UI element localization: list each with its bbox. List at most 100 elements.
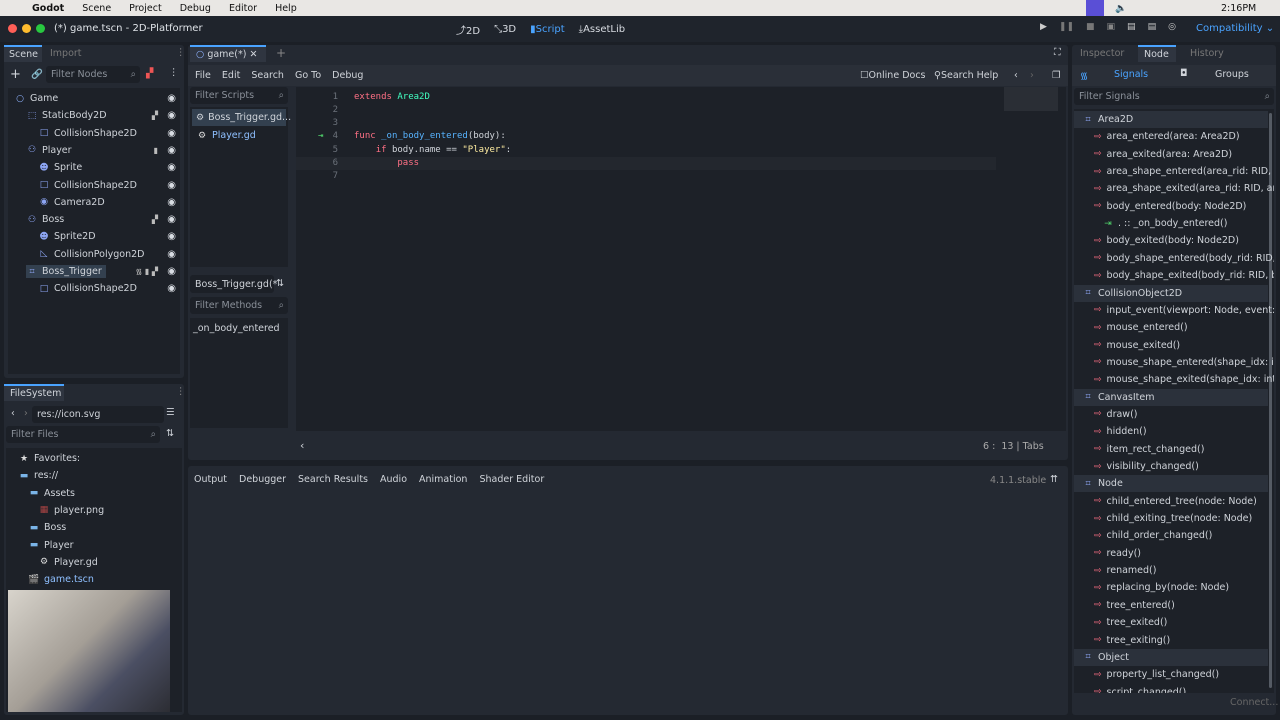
menu-edit[interactable]: Edit: [222, 70, 240, 81]
dock-menu-icon[interactable]: ⋮: [176, 386, 186, 397]
signal-item[interactable]: ⇨ body_shape_entered(body_rid: RID, bo: [1074, 250, 1274, 267]
close-window-button[interactable]: [8, 24, 17, 33]
signal-item[interactable]: ⇨ body_shape_exited(body_rid: RID, bod: [1074, 267, 1274, 284]
signal-class-header[interactable]: ⌗ CanvasItem: [1074, 388, 1268, 406]
visibility-eye-icon[interactable]: ◉: [167, 93, 176, 104]
signal-item[interactable]: ⇨ renamed(): [1074, 562, 1268, 579]
visibility-eye-icon[interactable]: ◉: [167, 266, 176, 277]
signal-script-group-icon[interactable]: ᯾ ▮ ▞: [136, 266, 158, 277]
play-custom-scene-icon[interactable]: ▤: [1148, 22, 1157, 32]
filter-methods-input[interactable]: Filter Methods ⌕: [190, 297, 288, 314]
signal-item[interactable]: ⇨ script_changed(): [1074, 684, 1268, 693]
scene-node[interactable]: ○ Game ◉: [8, 90, 176, 107]
minimap[interactable]: [1004, 87, 1058, 111]
signal-item[interactable]: ⇨ hidden(): [1074, 423, 1268, 440]
visibility-eye-icon[interactable]: ◉: [167, 128, 176, 139]
scene-node[interactable]: ☻ Sprite ◉: [8, 159, 176, 176]
menu-editor[interactable]: Editor: [229, 3, 257, 14]
minimize-window-button[interactable]: [22, 24, 31, 33]
signal-class-header[interactable]: ⌗ CollisionObject2D: [1074, 284, 1268, 302]
tab-output[interactable]: Output: [194, 474, 227, 485]
signal-item[interactable]: ⇨ replacing_by(node: Node): [1074, 579, 1268, 596]
signal-item[interactable]: ⇨area_shape_entered(area_rid: RID, area: [1074, 163, 1274, 180]
sort-icon[interactable]: ⇅: [166, 428, 174, 439]
split-mode-icon[interactable]: ☰: [166, 407, 175, 418]
visibility-eye-icon[interactable]: ◉: [167, 180, 176, 191]
play-scene-icon[interactable]: ▤: [1127, 22, 1136, 32]
scene-node[interactable]: ☻ Sprite2D ◉: [8, 228, 176, 245]
signal-item[interactable]: ⇨input_event(viewport: Node, event: Inp: [1074, 302, 1274, 319]
screen-share-icon[interactable]: [1086, 0, 1104, 16]
signal-item[interactable]: ⇨ area_entered(area: Area2D): [1074, 128, 1268, 145]
file-item[interactable]: ★ Favorites:: [6, 450, 80, 467]
tab-signals[interactable]: Signals: [1114, 69, 1148, 80]
connected-signal-icon[interactable]: ⇥: [318, 131, 323, 141]
stop-icon[interactable]: ■: [1086, 22, 1095, 32]
remote-debug-icon[interactable]: ▣: [1107, 22, 1116, 32]
signal-item[interactable]: ⇨ mouse_entered(): [1074, 319, 1268, 336]
volume-icon[interactable]: 🔈: [1115, 3, 1127, 14]
workspace-assetlib[interactable]: ⤓AssetLib: [579, 24, 625, 35]
menu-debug[interactable]: Debug: [332, 70, 363, 81]
signal-item[interactable]: ⇨ mouse_exited(): [1074, 337, 1268, 354]
path-field[interactable]: res://icon.svg: [32, 406, 164, 423]
signal-item[interactable]: ⇨ property_list_changed(): [1074, 666, 1268, 683]
sort-icon[interactable]: ⇅: [276, 278, 284, 289]
file-item[interactable]: ▦ player.png: [6, 502, 104, 519]
file-item[interactable]: ▬ res://: [6, 467, 58, 484]
tab-shader-editor[interactable]: Shader Editor: [479, 474, 544, 485]
signal-item[interactable]: ⇨ child_entered_tree(node: Node): [1074, 493, 1268, 510]
signal-item[interactable]: ⇨ tree_exiting(): [1074, 632, 1268, 649]
window-icon[interactable]: ❐: [1052, 70, 1061, 81]
add-node-icon[interactable]: +: [10, 67, 21, 82]
visibility-eye-icon[interactable]: ◉: [167, 197, 176, 208]
menu-search[interactable]: Search: [251, 70, 284, 81]
signal-item[interactable]: ⇨ draw(): [1074, 406, 1268, 423]
signal-item[interactable]: ⇨ tree_entered(): [1074, 597, 1268, 614]
signal-item[interactable]: ⇨ tree_exited(): [1074, 614, 1268, 631]
tab-audio[interactable]: Audio: [380, 474, 407, 485]
signal-item[interactable]: ⇨ area_exited(area: Area2D): [1074, 146, 1268, 163]
tab-import[interactable]: Import: [50, 48, 82, 59]
scrollbar[interactable]: [1269, 113, 1272, 688]
visibility-eye-icon[interactable]: ◉: [167, 110, 176, 121]
tab-debugger[interactable]: Debugger: [239, 474, 286, 485]
workspace-script[interactable]: ▮Script: [530, 24, 565, 35]
signal-item[interactable]: ⇨ body_entered(body: Node2D): [1074, 198, 1268, 215]
group-icon[interactable]: ▞: [152, 215, 158, 224]
scene-node[interactable]: ⬚ StaticBody2D ▞ ◉: [8, 107, 176, 124]
scene-node[interactable]: ◺ CollisionPolygon2D ◉: [8, 246, 176, 263]
signal-class-header[interactable]: ⌗ Object: [1074, 648, 1268, 666]
tab-scene[interactable]: Scene: [4, 45, 42, 62]
renderer-select[interactable]: Compatibility ⌄: [1196, 23, 1274, 34]
file-item[interactable]: ▬ Player: [6, 537, 74, 554]
workspace-3d[interactable]: ⤡3D: [494, 24, 516, 35]
scene-node[interactable]: ⌗ Boss_Trigger ᯾ ▮ ▞ ◉: [8, 263, 176, 280]
tab-history[interactable]: History: [1190, 48, 1224, 59]
tab-search-results[interactable]: Search Results: [298, 474, 368, 485]
visibility-eye-icon[interactable]: ◉: [167, 214, 176, 225]
play-icon[interactable]: ▶: [1040, 22, 1047, 32]
history-back-icon[interactable]: ‹: [1014, 70, 1018, 81]
toggle-scripts-panel-icon[interactable]: ‹: [300, 439, 304, 452]
signal-item[interactable]: ⇨ child_order_changed(): [1074, 527, 1268, 544]
signal-class-header[interactable]: ⌗ Area2D: [1074, 111, 1268, 128]
signal-connection[interactable]: ⇥. :: _on_body_entered(): [1074, 215, 1268, 232]
signal-item[interactable]: ⇨ visibility_changed(): [1074, 458, 1268, 475]
filter-scripts-input[interactable]: Filter Scripts ⌕: [190, 87, 288, 104]
expand-panel-icon[interactable]: ⇈: [1050, 474, 1058, 485]
new-tab-icon[interactable]: +: [276, 46, 286, 60]
search-help-button[interactable]: ⚲Search Help: [934, 70, 998, 81]
menu-file[interactable]: File: [195, 70, 211, 81]
visibility-eye-icon[interactable]: ◉: [167, 162, 176, 173]
online-docs-button[interactable]: ☐Online Docs: [860, 70, 926, 81]
signal-item[interactable]: ⇨ body_exited(body: Node2D): [1074, 232, 1268, 249]
filter-files-input[interactable]: Filter Files ⌕: [6, 426, 160, 443]
script-item-player[interactable]: ⚙ Player.gd: [192, 127, 256, 144]
signal-item[interactable]: ⇨ mouse_shape_entered(shape_idx: int): [1074, 354, 1274, 371]
tab-animation[interactable]: Animation: [419, 474, 467, 485]
script-icon[interactable]: ▮: [154, 146, 158, 155]
pause-icon[interactable]: ❚❚: [1059, 22, 1074, 32]
dock-menu-icon[interactable]: ⋮: [176, 47, 186, 58]
signal-item[interactable]: ⇨ ready(): [1074, 545, 1268, 562]
